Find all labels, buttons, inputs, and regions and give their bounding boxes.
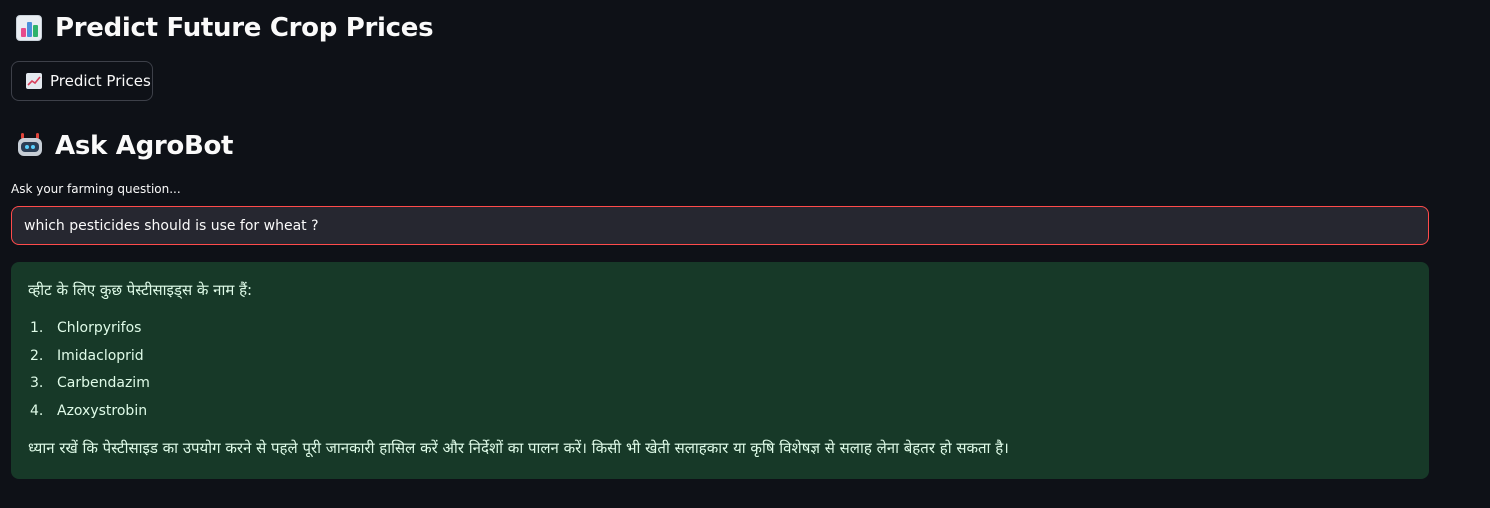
list-item: 4. Azoxystrobin [28, 398, 1412, 426]
question-input[interactable] [11, 206, 1429, 245]
page-header: Predict Future Crop Prices [16, 10, 434, 46]
agrobot-answer: व्हीट के लिए कुछ पेस्टीसाइड्स के नाम हैं… [11, 262, 1429, 479]
bar-chart-icon [16, 15, 42, 41]
chart-increasing-icon [26, 73, 42, 89]
list-item-number: 2. [30, 347, 44, 364]
app-page: Predict Future Crop Prices Predict Price… [0, 0, 1490, 508]
page-title: Predict Future Crop Prices [55, 13, 434, 43]
list-item-number: 1. [30, 320, 44, 336]
robot-icon [16, 132, 44, 160]
list-item-label: Chlorpyrifos [57, 320, 142, 336]
answer-outro: ध्यान रखें कि पेस्टीसाइड का उपयोग करने स… [28, 439, 1009, 457]
list-item-number: 3. [30, 375, 44, 391]
agrobot-header: Ask AgroBot [16, 127, 233, 165]
predict-prices-label: Predict Prices [50, 72, 151, 90]
list-item-label: Imidacloprid [57, 347, 144, 364]
list-item-number: 4. [30, 402, 44, 419]
answer-intro: व्हीट के लिए कुछ पेस्टीसाइड्स के नाम हैं… [28, 281, 253, 299]
agrobot-title: Ask AgroBot [55, 131, 234, 161]
question-input-label: Ask your farming question... [11, 182, 181, 196]
list-item: 1. Chlorpyrifos [28, 315, 1412, 343]
list-item-label: Azoxystrobin [57, 402, 148, 419]
list-item: 2. Imidacloprid [28, 343, 1412, 371]
list-item: 3. Carbendazim [28, 370, 1412, 398]
predict-prices-button[interactable]: Predict Prices [11, 61, 153, 101]
pesticide-list: 1. Chlorpyrifos 2. Imidacloprid 3. Carbe… [28, 315, 1412, 425]
list-item-label: Carbendazim [57, 375, 150, 391]
